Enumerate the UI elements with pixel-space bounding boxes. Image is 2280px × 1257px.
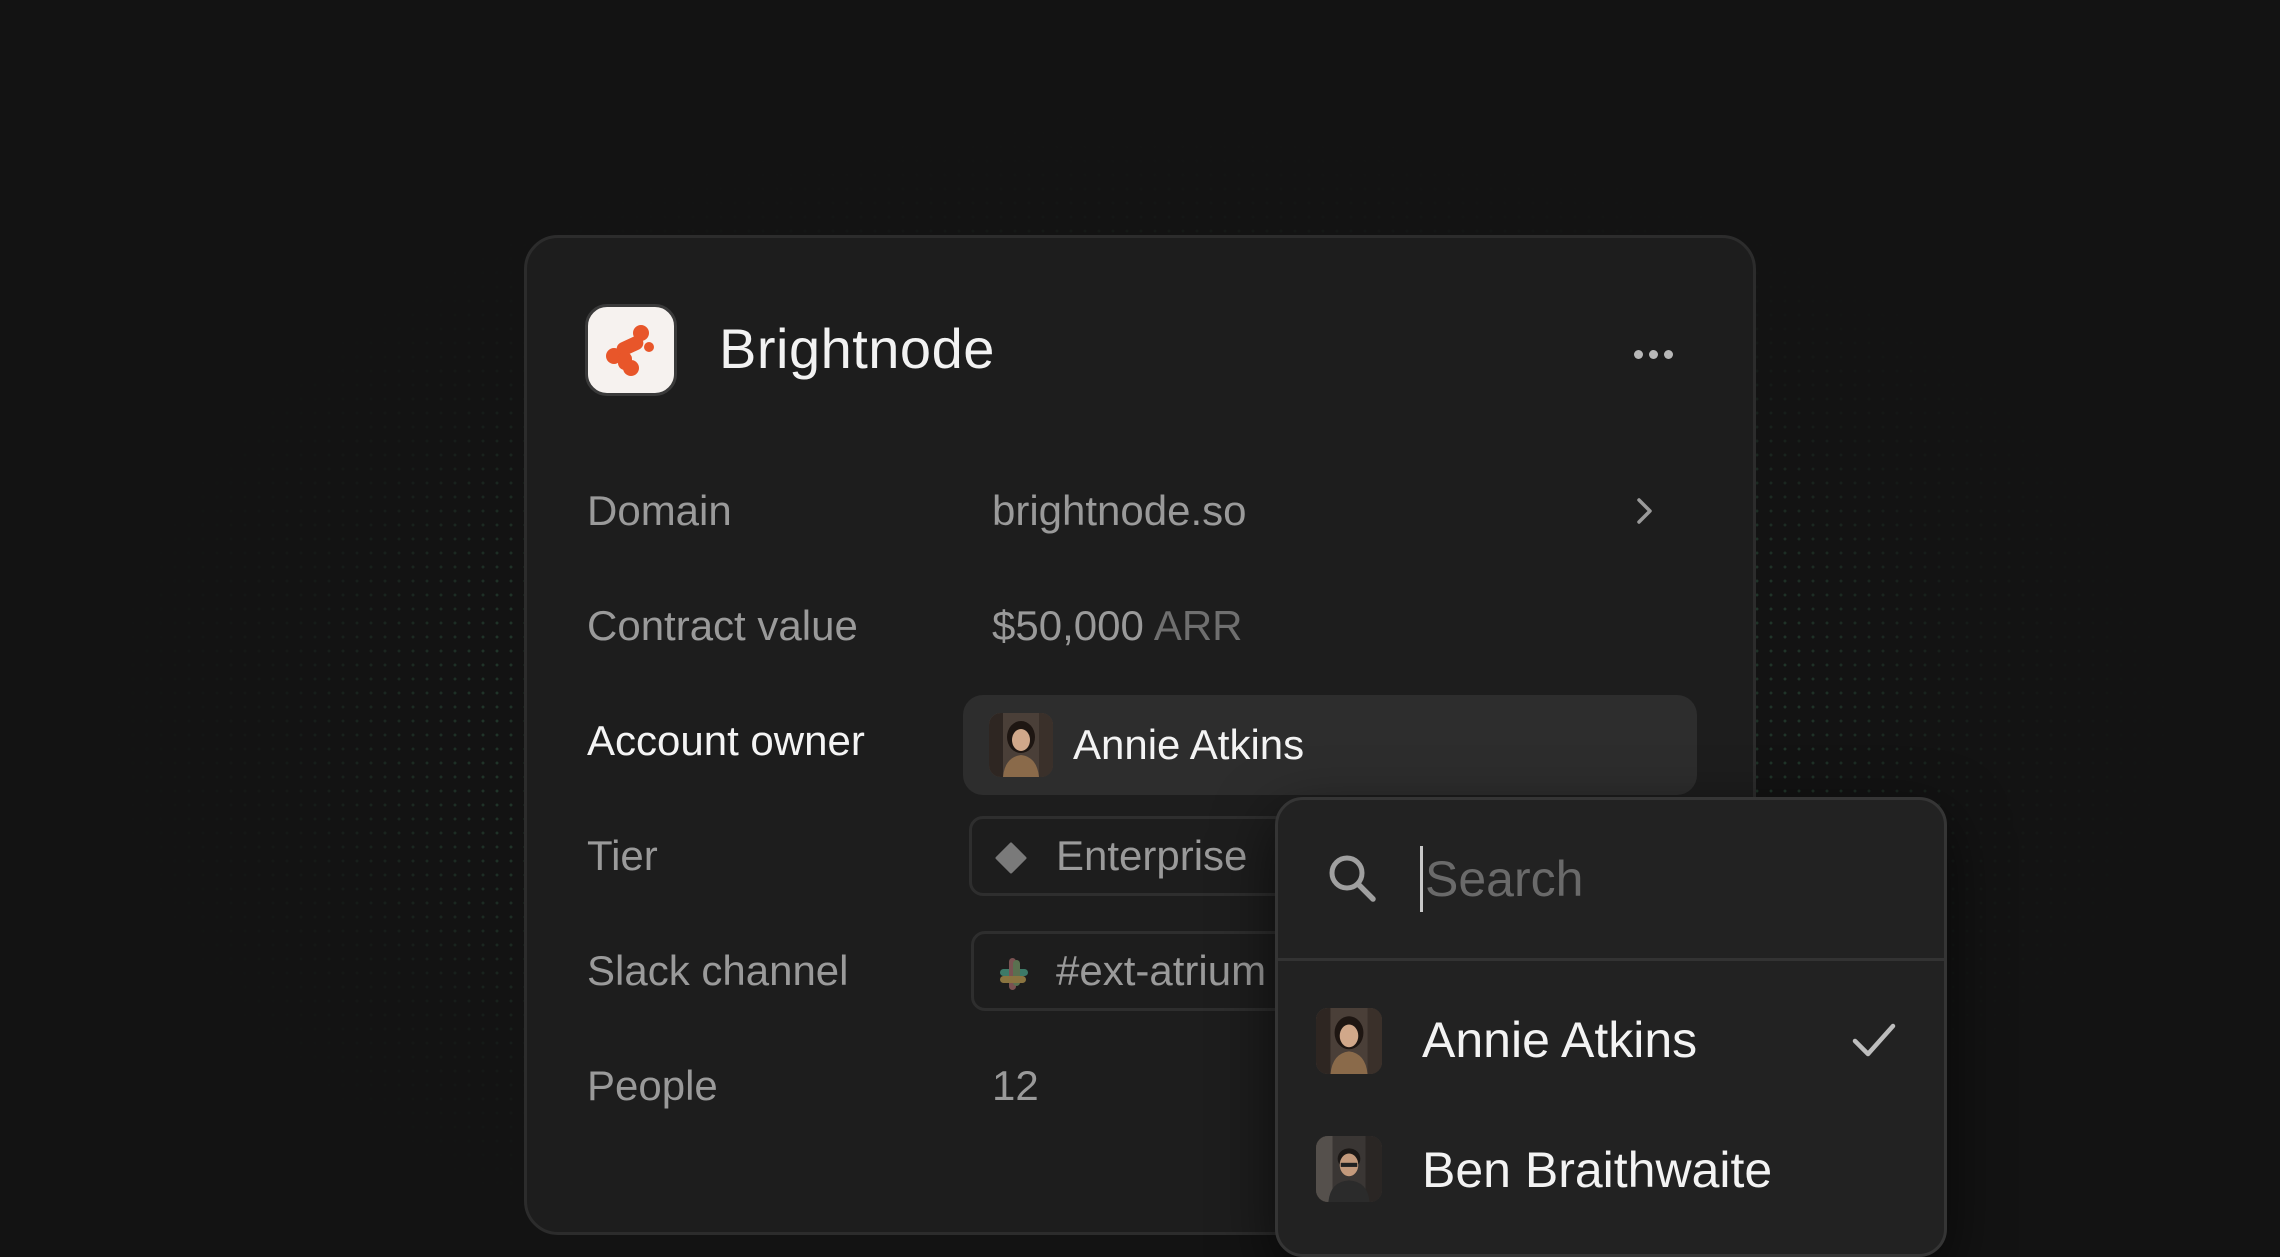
tier-value: Enterprise <box>1056 832 1248 879</box>
contract-value-row[interactable]: Contract value $50,000 ARR <box>527 586 1759 666</box>
checkmark-icon <box>1852 1023 1896 1057</box>
account-owner-row[interactable]: Account owner Annie Atkins <box>527 695 1759 795</box>
avatar <box>1316 1136 1382 1202</box>
domain-row[interactable]: Domain brightnode.so <box>527 471 1759 551</box>
slack-channel-chip[interactable]: #ext-atrium <box>971 931 1291 1011</box>
more-options-button[interactable] <box>1623 334 1683 374</box>
slack-channel-label: Slack channel <box>587 947 849 994</box>
avatar <box>1316 1008 1382 1074</box>
people-value[interactable]: 12 <box>992 1046 1039 1126</box>
option-name: Annie Atkins <box>1422 1012 1698 1068</box>
tier-label: Tier <box>587 832 658 879</box>
avatar <box>989 713 1053 777</box>
company-logo <box>585 304 677 396</box>
domain-label: Domain <box>587 487 732 534</box>
search-input[interactable] <box>1420 846 1905 912</box>
dropdown-search <box>1278 800 1944 961</box>
account-owner-label: Account owner <box>587 717 865 764</box>
chevron-right-icon[interactable] <box>1630 495 1660 527</box>
diamond-icon <box>995 842 1027 874</box>
account-owner-field[interactable]: Annie Atkins <box>963 695 1697 795</box>
more-horizontal-icon <box>1633 349 1643 359</box>
owner-select-dropdown: Annie Atkins Ben Braithwaite <box>1275 797 1947 1257</box>
dropdown-option[interactable]: Annie Atkins <box>1278 980 1944 1100</box>
contract-value[interactable]: $50,000 ARR <box>992 586 1243 666</box>
slack-channel-value: #ext-atrium <box>1056 947 1267 994</box>
company-name: Brightnode <box>719 317 995 380</box>
contract-unit: ARR <box>1153 602 1243 649</box>
slack-icon <box>1000 958 1028 990</box>
people-label: People <box>587 1062 718 1109</box>
tier-chip[interactable]: Enterprise <box>969 816 1289 896</box>
dropdown-option[interactable]: Ben Braithwaite <box>1278 1110 1944 1230</box>
domain-value[interactable]: brightnode.so <box>992 471 1247 551</box>
search-icon <box>1329 855 1376 902</box>
contract-value-label: Contract value <box>587 602 858 649</box>
contract-amount: $50,000 <box>992 602 1144 649</box>
option-name: Ben Braithwaite <box>1422 1142 1773 1198</box>
account-owner-name: Annie Atkins <box>1073 721 1305 768</box>
brightnode-logo-icon <box>606 325 654 376</box>
